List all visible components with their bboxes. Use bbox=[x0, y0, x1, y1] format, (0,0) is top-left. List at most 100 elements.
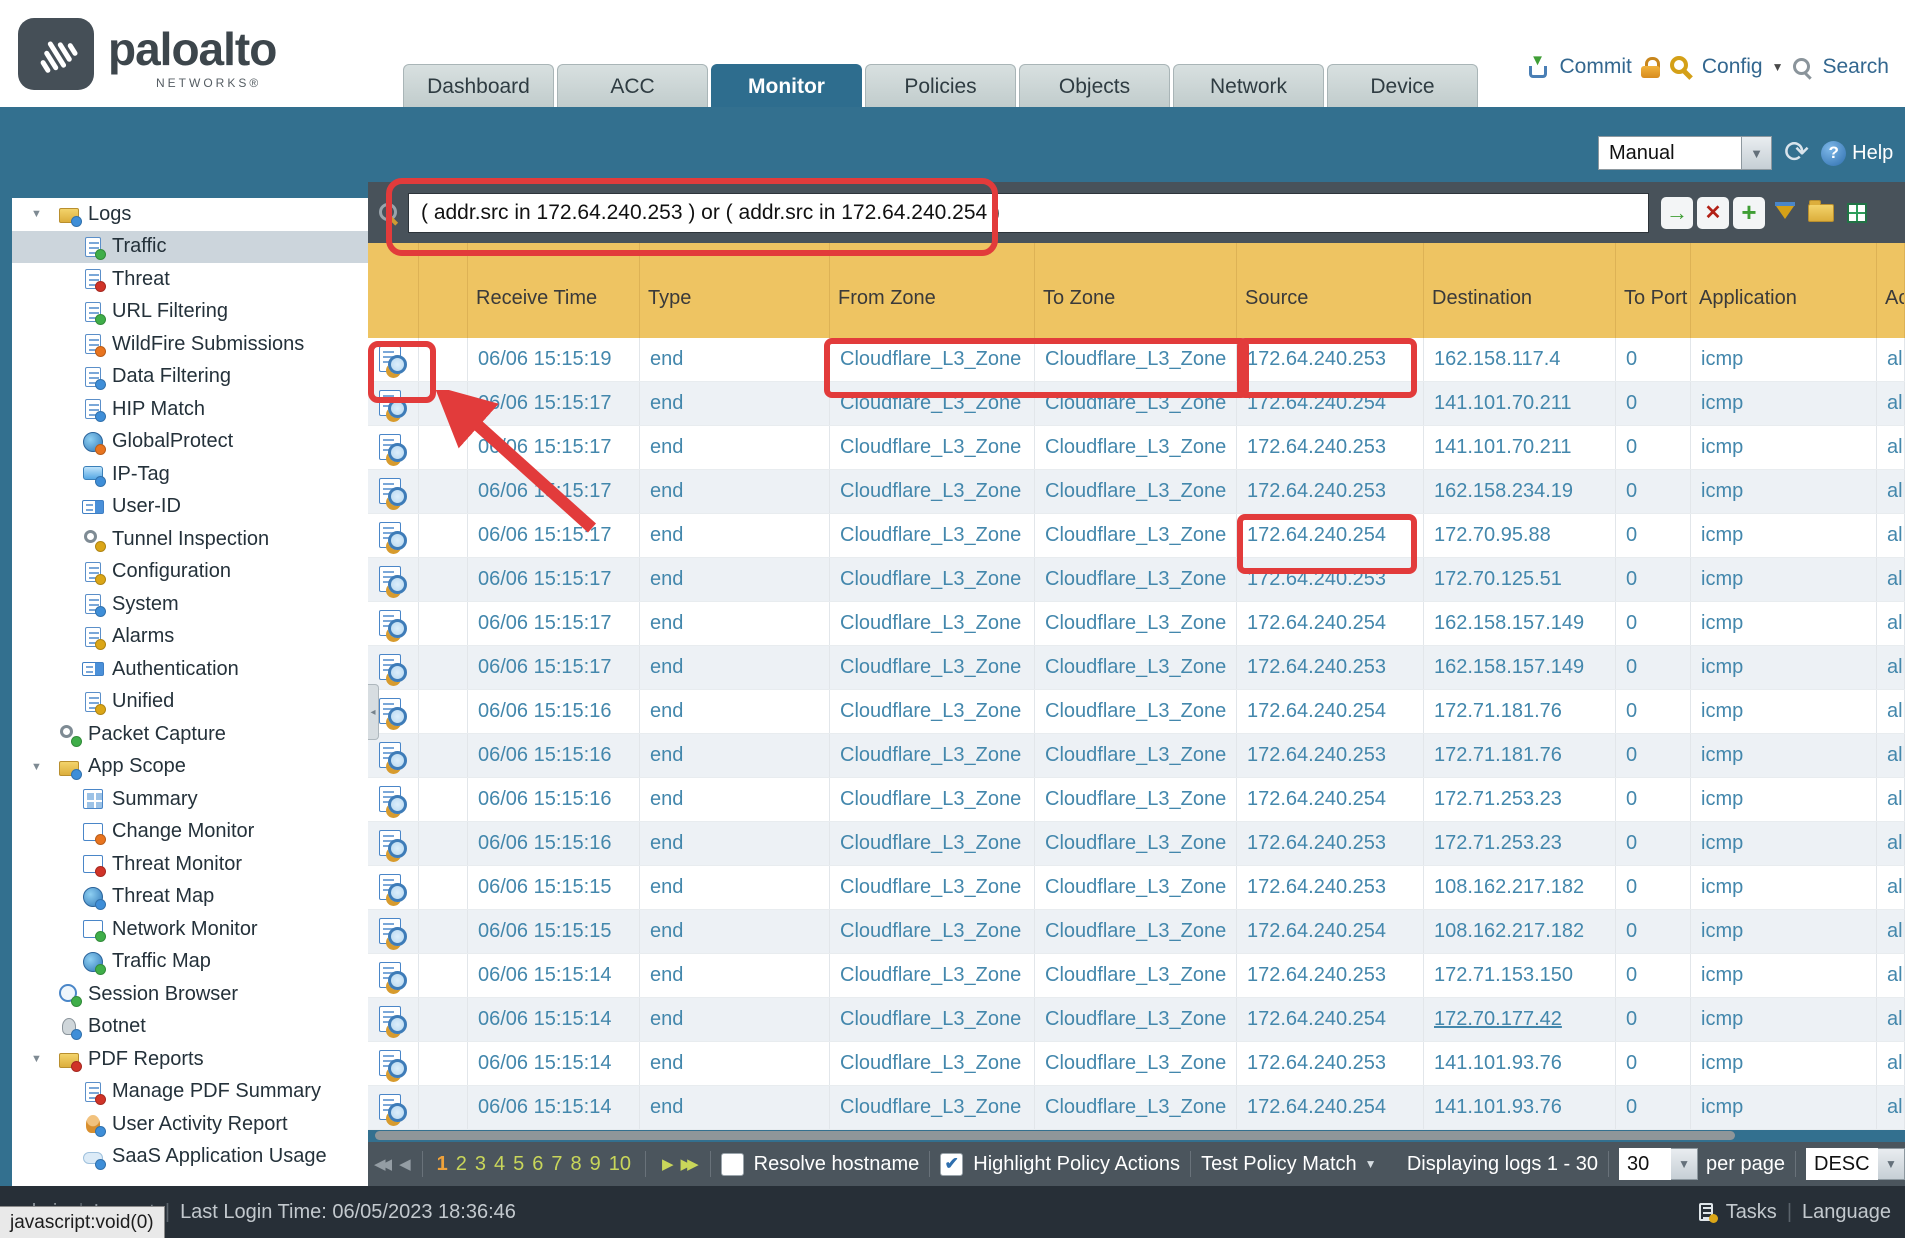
log-detail-magnifier-icon[interactable] bbox=[379, 962, 407, 990]
refresh-mode-dropdown-icon[interactable]: ▼ bbox=[1742, 136, 1772, 170]
config-button[interactable]: Config bbox=[1702, 55, 1763, 79]
page-number-2[interactable]: 2 bbox=[456, 1153, 467, 1176]
table-row[interactable]: 06/06 15:15:16endCloudflare_L3_ZoneCloud… bbox=[368, 734, 1905, 778]
cell-destination[interactable]: 172.70.125.51 bbox=[1424, 558, 1616, 601]
per-page-input[interactable]: 30 bbox=[1619, 1148, 1671, 1180]
tab-policies[interactable]: Policies bbox=[865, 64, 1016, 107]
sidebar-item-change-monitor[interactable]: Change Monitor bbox=[12, 816, 368, 849]
sidebar-item-user-activity-report[interactable]: User Activity Report bbox=[12, 1108, 368, 1141]
page-number-1[interactable]: 1 bbox=[437, 1153, 448, 1176]
log-detail-magnifier-icon[interactable] bbox=[379, 1050, 407, 1078]
column-header-destination[interactable]: Destination bbox=[1424, 243, 1616, 338]
add-filter-button[interactable]: + bbox=[1733, 197, 1765, 229]
last-page-button[interactable]: ▶▶ bbox=[681, 1155, 694, 1173]
cell-destination[interactable]: 172.71.153.150 bbox=[1424, 954, 1616, 997]
previous-page-button[interactable]: ◀ bbox=[399, 1155, 406, 1173]
column-header-from_zone[interactable]: From Zone bbox=[830, 243, 1035, 338]
apply-filter-button[interactable]: → bbox=[1661, 197, 1693, 229]
column-header-receive_time[interactable]: Receive Time bbox=[468, 243, 640, 338]
clear-filter-button[interactable]: ✕ bbox=[1697, 197, 1729, 229]
table-row[interactable]: 06/06 15:15:17endCloudflare_L3_ZoneCloud… bbox=[368, 514, 1905, 558]
log-detail-magnifier-icon[interactable] bbox=[379, 434, 407, 462]
column-header-action[interactable]: Action bbox=[1877, 243, 1905, 338]
column-header-to_port[interactable]: To Port bbox=[1616, 243, 1691, 338]
sidebar-item-threat-monitor[interactable]: Threat Monitor bbox=[12, 848, 368, 881]
log-detail-magnifier-icon[interactable] bbox=[379, 1094, 407, 1122]
cell-destination[interactable]: 172.70.95.88 bbox=[1424, 514, 1616, 557]
cell-destination[interactable]: 172.71.181.76 bbox=[1424, 734, 1616, 777]
column-header-to_zone[interactable]: To Zone bbox=[1035, 243, 1237, 338]
table-row[interactable]: 06/06 15:15:14endCloudflare_L3_ZoneCloud… bbox=[368, 1086, 1905, 1130]
sidebar-item-pdf-reports[interactable]: ▼PDF Reports bbox=[12, 1043, 368, 1076]
sidebar-item-app-scope[interactable]: ▼App Scope bbox=[12, 751, 368, 784]
resolve-hostname-checkbox[interactable] bbox=[721, 1153, 744, 1176]
sidebar-item-threat[interactable]: Threat bbox=[12, 263, 368, 296]
language-button[interactable]: Language bbox=[1802, 1201, 1891, 1224]
sidebar-item-network-monitor[interactable]: Network Monitor bbox=[12, 913, 368, 946]
tab-acc[interactable]: ACC bbox=[557, 64, 708, 107]
save-filter-button[interactable] bbox=[1769, 197, 1801, 229]
sidebar-item-data-filtering[interactable]: Data Filtering bbox=[12, 361, 368, 394]
cell-destination[interactable]: 162.158.117.4 bbox=[1424, 338, 1616, 381]
first-page-button[interactable]: ◀◀ bbox=[374, 1155, 387, 1173]
cell-destination[interactable]: 172.71.253.23 bbox=[1424, 822, 1616, 865]
log-detail-magnifier-icon[interactable] bbox=[379, 918, 407, 946]
expand-arrow-icon[interactable]: ▼ bbox=[31, 1053, 58, 1065]
log-detail-magnifier-icon[interactable] bbox=[379, 830, 407, 858]
sidebar-item-session-browser[interactable]: Session Browser bbox=[12, 978, 368, 1011]
search-icon[interactable] bbox=[1792, 57, 1813, 78]
sidebar-item-botnet[interactable]: Botnet bbox=[12, 1011, 368, 1044]
page-number-5[interactable]: 5 bbox=[513, 1153, 524, 1176]
sidebar-item-wildfire-submissions[interactable]: WildFire Submissions bbox=[12, 328, 368, 361]
cell-destination[interactable]: 162.158.234.19 bbox=[1424, 470, 1616, 513]
cell-destination[interactable]: 162.158.157.149 bbox=[1424, 646, 1616, 689]
sidebar-item-user-id[interactable]: User-ID bbox=[12, 491, 368, 524]
expand-arrow-icon[interactable]: ▼ bbox=[31, 208, 58, 220]
table-row[interactable]: 06/06 15:15:16endCloudflare_L3_ZoneCloud… bbox=[368, 690, 1905, 734]
test-policy-match-button[interactable]: Test Policy Match bbox=[1201, 1153, 1357, 1176]
help-link[interactable]: Help bbox=[1852, 142, 1893, 165]
log-detail-magnifier-icon[interactable] bbox=[379, 654, 407, 682]
table-row[interactable]: 06/06 15:15:15endCloudflare_L3_ZoneCloud… bbox=[368, 866, 1905, 910]
cell-destination[interactable]: 172.70.177.42 bbox=[1424, 998, 1616, 1041]
table-row[interactable]: 06/06 15:15:14endCloudflare_L3_ZoneCloud… bbox=[368, 998, 1905, 1042]
config-caret-icon[interactable]: ▼ bbox=[1772, 60, 1784, 74]
log-detail-magnifier-icon[interactable] bbox=[379, 610, 407, 638]
refresh-icon[interactable]: ⟳ bbox=[1784, 138, 1809, 168]
tasks-icon[interactable] bbox=[1696, 1202, 1716, 1222]
column-header-source[interactable]: Source bbox=[1237, 243, 1424, 338]
sidebar-item-globalprotect[interactable]: GlobalProtect bbox=[12, 426, 368, 459]
cell-destination[interactable]: 141.101.70.211 bbox=[1424, 382, 1616, 425]
refresh-mode-value[interactable]: Manual bbox=[1598, 136, 1742, 170]
cell-destination[interactable]: 162.158.157.149 bbox=[1424, 602, 1616, 645]
table-row[interactable]: 06/06 15:15:17endCloudflare_L3_ZoneCloud… bbox=[368, 602, 1905, 646]
sidebar-collapse-handle[interactable]: ◂ bbox=[368, 684, 379, 740]
log-detail-magnifier-icon[interactable] bbox=[379, 346, 407, 374]
sidebar-item-threat-map[interactable]: Threat Map bbox=[12, 881, 368, 914]
log-detail-magnifier-icon[interactable] bbox=[379, 1006, 407, 1034]
page-number-3[interactable]: 3 bbox=[475, 1153, 486, 1176]
log-detail-magnifier-icon[interactable] bbox=[379, 522, 407, 550]
sidebar-item-traffic-map[interactable]: Traffic Map bbox=[12, 946, 368, 979]
cell-destination[interactable]: 172.71.253.23 bbox=[1424, 778, 1616, 821]
tab-network[interactable]: Network bbox=[1173, 64, 1324, 107]
commit-button[interactable]: Commit bbox=[1560, 55, 1632, 79]
per-page-dropdown-icon[interactable]: ▼ bbox=[1671, 1148, 1698, 1180]
sidebar-item-configuration[interactable]: Configuration bbox=[12, 556, 368, 589]
page-number-8[interactable]: 8 bbox=[571, 1153, 582, 1176]
table-row[interactable]: 06/06 15:15:16endCloudflare_L3_ZoneCloud… bbox=[368, 822, 1905, 866]
sidebar-item-manage-pdf-summary[interactable]: Manage PDF Summary bbox=[12, 1076, 368, 1109]
tab-monitor[interactable]: Monitor bbox=[711, 64, 862, 107]
tasks-button[interactable]: Tasks bbox=[1726, 1201, 1777, 1224]
expand-arrow-icon[interactable]: ▼ bbox=[31, 761, 58, 773]
sidebar-item-alarms[interactable]: Alarms bbox=[12, 621, 368, 654]
help-icon[interactable]: ? bbox=[1821, 141, 1846, 166]
cell-destination[interactable]: 108.162.217.182 bbox=[1424, 866, 1616, 909]
page-number-7[interactable]: 7 bbox=[551, 1153, 562, 1176]
cell-destination[interactable]: 141.101.70.211 bbox=[1424, 426, 1616, 469]
sidebar-item-summary[interactable]: Summary bbox=[12, 783, 368, 816]
sidebar-item-system[interactable]: System bbox=[12, 588, 368, 621]
horizontal-scrollbar[interactable] bbox=[375, 1131, 1735, 1140]
table-row[interactable]: 06/06 15:15:14endCloudflare_L3_ZoneCloud… bbox=[368, 1042, 1905, 1086]
table-row[interactable]: 06/06 15:15:17endCloudflare_L3_ZoneCloud… bbox=[368, 558, 1905, 602]
